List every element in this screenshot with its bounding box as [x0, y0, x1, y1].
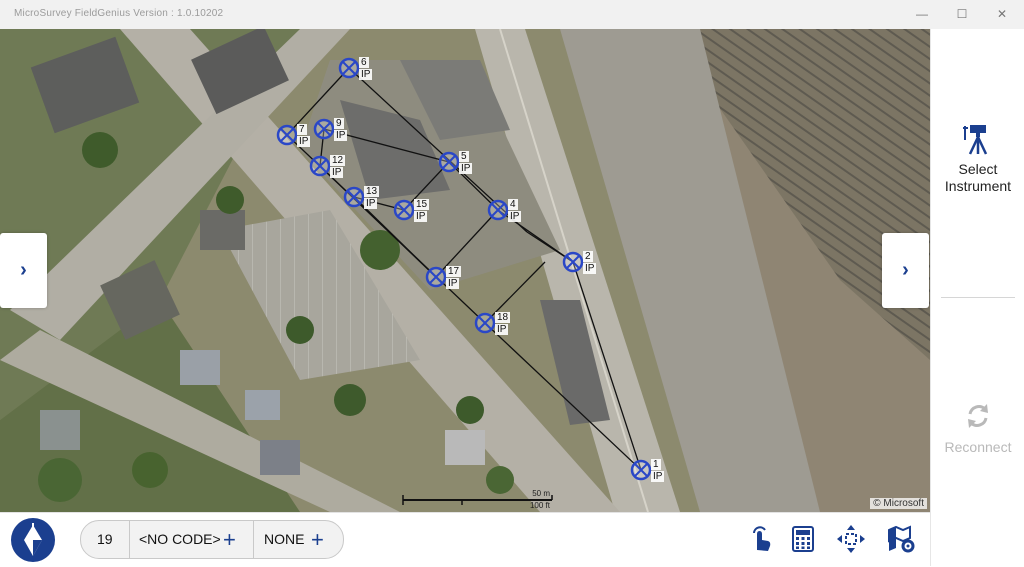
survey-point-15-number: 15	[414, 199, 430, 210]
select-instrument-button[interactable]: Select Instrument	[931, 123, 1024, 195]
survey-point-4-marker-icon[interactable]	[487, 199, 509, 221]
calculator-icon[interactable]	[788, 524, 818, 554]
survey-points-layer	[276, 57, 652, 481]
survey-point-9-code: IP	[334, 130, 348, 141]
scale-imperial-label: 100 ft	[529, 501, 550, 510]
survey-point-2-code: IP	[583, 263, 597, 274]
survey-point-5-number: 5	[459, 151, 469, 162]
survey-point-15-code: IP	[414, 211, 428, 222]
plumb-bob-logo-icon[interactable]	[11, 518, 55, 562]
map-view[interactable]: 1 IP 2 IP 4 IP 5 IP 6 IP 7 IP 9 IP 12 IP 13 IP 15 IP 17 IP 18 I…	[0, 29, 930, 512]
survey-point-13-code: IP	[364, 198, 378, 209]
survey-point-2-marker-icon[interactable]	[562, 251, 584, 273]
survey-point-7-marker-icon[interactable]	[276, 124, 298, 146]
reconnect-label: Reconnect	[944, 439, 1012, 455]
refresh-icon	[968, 404, 988, 428]
survey-point-12-code: IP	[330, 167, 344, 178]
survey-point-6-code: IP	[359, 69, 373, 80]
select-instrument-label-line1: Select	[958, 161, 998, 177]
tripod-instrument-icon	[963, 125, 988, 155]
map-copyright: © Microsoft	[870, 498, 927, 509]
survey-point-13-marker-icon[interactable]	[343, 186, 365, 208]
touch-hand-icon[interactable]	[746, 524, 776, 554]
sidebar-divider	[941, 297, 1015, 298]
point-code-layer-bar: 19 <NO CODE> + NONE +	[80, 520, 344, 559]
window-title: MicroSurvey FieldGenius Version : 1.0.10…	[14, 8, 224, 19]
add-layer-button[interactable]: +	[311, 521, 324, 558]
survey-point-1-code: IP	[651, 471, 665, 482]
pan-left-button[interactable]: ›	[0, 233, 47, 308]
scale-bar: 50 m 100 ft	[400, 489, 556, 510]
right-sidebar: Select Instrument Reconnect	[930, 29, 1024, 566]
survey-point-15-marker-icon[interactable]	[393, 199, 415, 221]
minimize-button[interactable]: —	[902, 0, 942, 29]
reconnect-button[interactable]: Reconnect	[931, 401, 1024, 456]
title-bar: MicroSurvey FieldGenius Version : 1.0.10…	[0, 0, 1024, 29]
survey-point-12-number: 12	[330, 155, 346, 166]
survey-point-9-number: 9	[334, 118, 344, 129]
survey-point-17-code: IP	[446, 278, 460, 289]
survey-point-1-marker-icon[interactable]	[630, 459, 652, 481]
scale-metric-label: 50 m	[532, 489, 550, 498]
pan-right-button[interactable]: ›	[882, 233, 929, 308]
layer-selector[interactable]: NONE	[264, 521, 304, 558]
bottom-toolbar: 19 <NO CODE> + NONE +	[0, 512, 930, 567]
survey-point-18-code: IP	[495, 324, 509, 335]
zoom-extents-icon[interactable]	[836, 524, 866, 554]
survey-point-4-code: IP	[508, 211, 522, 222]
survey-point-7-number: 7	[297, 124, 307, 135]
survey-point-2-number: 2	[583, 251, 593, 262]
survey-point-6-number: 6	[359, 57, 369, 68]
survey-point-12-marker-icon[interactable]	[309, 155, 331, 177]
pill-divider	[253, 521, 254, 558]
select-instrument-label-line2: Instrument	[944, 178, 1012, 194]
survey-point-17-number: 17	[446, 266, 462, 277]
maximize-button[interactable]: ☐	[942, 0, 982, 29]
survey-point-17-marker-icon[interactable]	[425, 266, 447, 288]
next-point-number[interactable]: 19	[97, 521, 113, 558]
survey-point-18-number: 18	[495, 312, 511, 323]
survey-point-6-marker-icon[interactable]	[338, 57, 360, 79]
code-selector[interactable]: <NO CODE>	[139, 521, 221, 558]
survey-point-5-code: IP	[459, 163, 473, 174]
map-settings-icon[interactable]	[886, 524, 916, 554]
survey-point-7-code: IP	[297, 136, 311, 147]
survey-point-1-number: 1	[651, 459, 661, 470]
survey-point-18-marker-icon[interactable]	[474, 312, 496, 334]
close-button[interactable]: ✕	[982, 0, 1022, 29]
survey-point-4-number: 4	[508, 199, 518, 210]
survey-point-13-number: 13	[364, 186, 380, 197]
pill-divider	[129, 521, 130, 558]
add-code-button[interactable]: +	[223, 521, 236, 558]
survey-point-5-marker-icon[interactable]	[438, 151, 460, 173]
survey-point-9-marker-icon[interactable]	[313, 118, 335, 140]
